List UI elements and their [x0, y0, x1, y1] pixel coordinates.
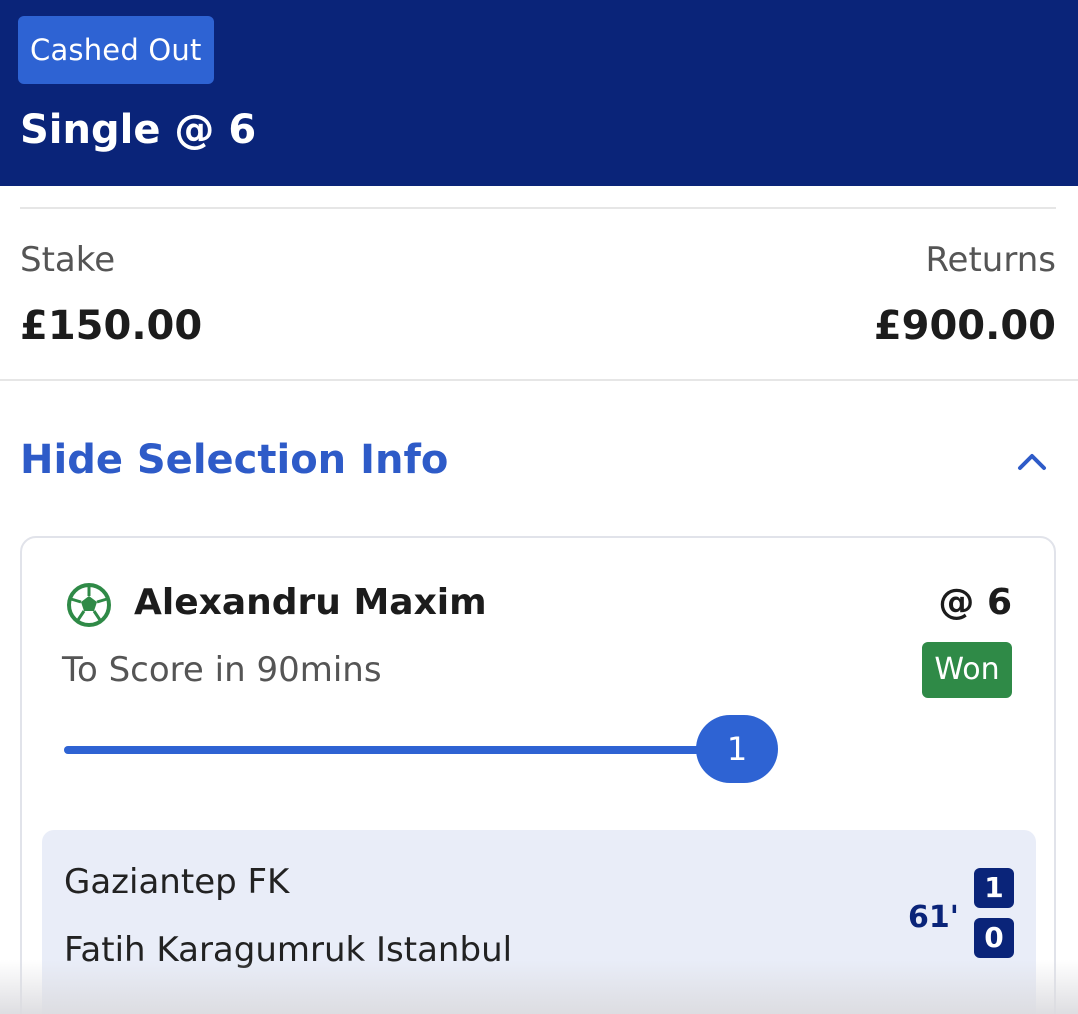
hide-selection-info-label: Hide Selection Info — [20, 437, 449, 483]
away-score: 0 — [974, 918, 1014, 958]
selection-name: Alexandru Maxim — [134, 582, 487, 623]
selection-odds: @ 6 — [938, 582, 1012, 623]
returns-label: Returns — [925, 240, 1056, 280]
market-name: To Score in 90mins — [62, 650, 382, 690]
home-score: 1 — [974, 868, 1014, 908]
football-icon — [67, 583, 111, 627]
progress-fill — [64, 746, 744, 754]
hide-selection-info-toggle[interactable]: Hide Selection Info — [0, 420, 1078, 500]
stake-value: £150.00 — [20, 303, 203, 349]
progress-track — [64, 746, 744, 754]
returns-value: £900.00 — [873, 303, 1056, 349]
divider — [20, 207, 1056, 209]
status-badge: Cashed Out — [18, 16, 214, 84]
result-badge: Won — [922, 642, 1012, 698]
selection-card: Alexandru Maxim @ 6 To Score in 90mins W… — [20, 536, 1056, 1014]
bet-header: Cashed Out Single @ 6 — [0, 0, 1078, 186]
divider — [0, 379, 1078, 381]
home-team: Gaziantep FK — [64, 862, 290, 902]
progress-marker: 1 — [696, 715, 778, 783]
scroll-fade — [0, 960, 1078, 1014]
bet-detail-screen: Cashed Out Single @ 6 Stake Returns £150… — [0, 0, 1078, 1014]
match-clock: 61' — [908, 900, 959, 935]
stake-label: Stake — [20, 240, 116, 280]
bet-title: Single @ 6 — [20, 107, 257, 153]
chevron-up-icon — [1018, 454, 1046, 470]
